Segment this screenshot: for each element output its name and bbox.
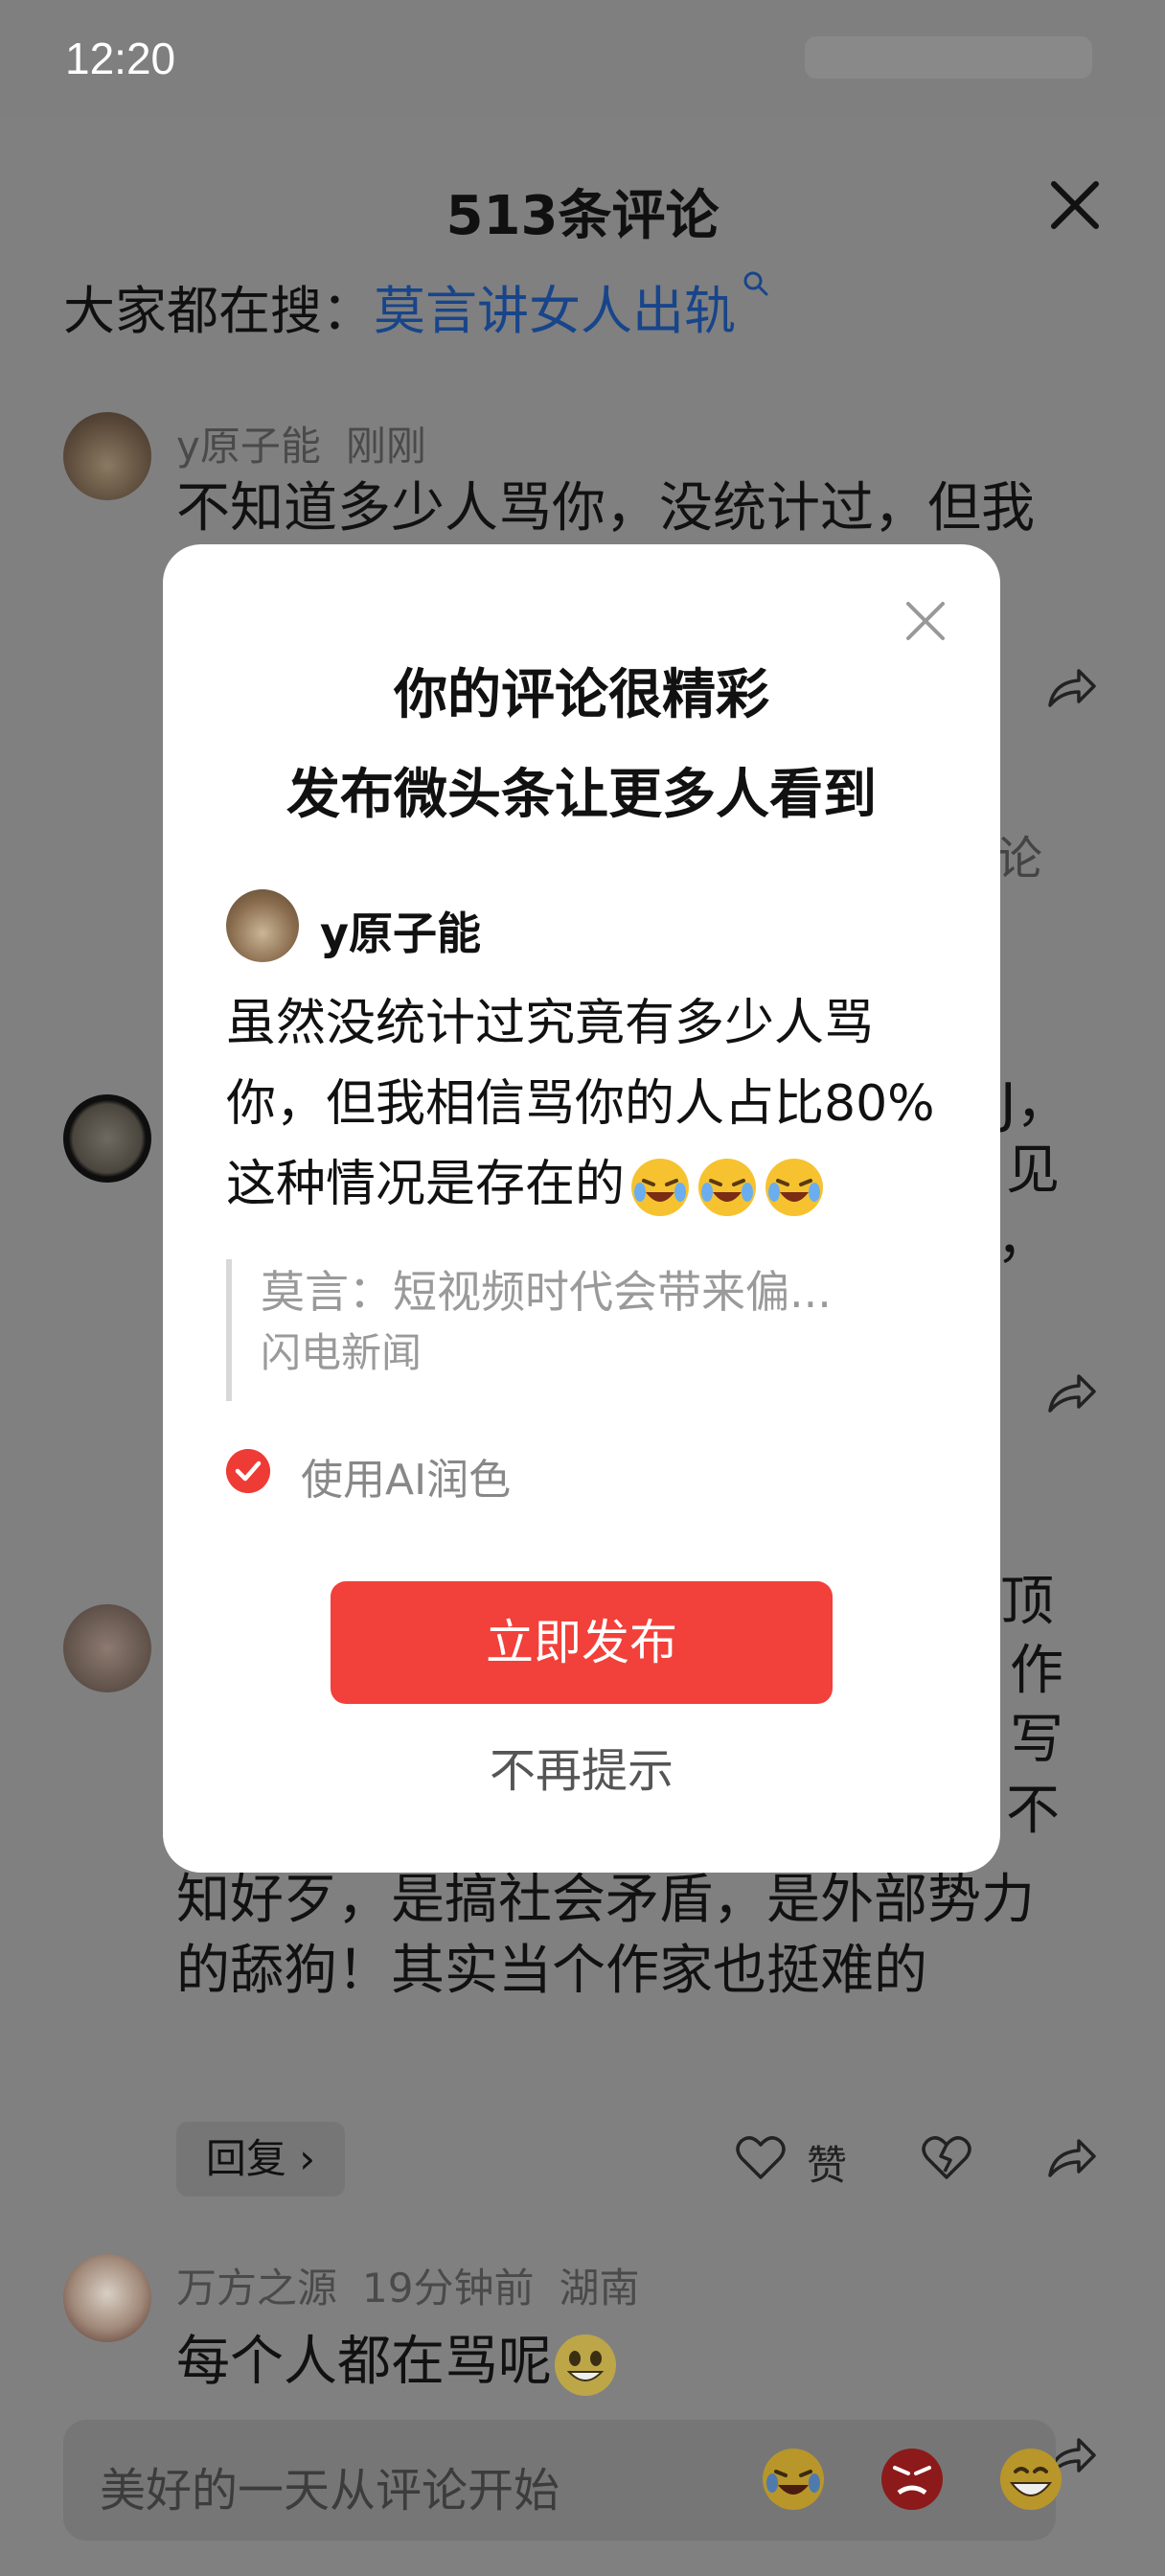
dialog-comment-text: 虽然没统计过究竟有多少人骂 你，但我相信骂你的人占比80% 这种情况是存在的: [226, 983, 954, 1225]
status-icons: [805, 36, 1092, 79]
hot-search-prefix: 大家都在搜：: [63, 281, 374, 341]
comment-text-fragment: 见: [1006, 1139, 1060, 1202]
dialog-title: 你的评论很精彩 发布微头条让更多人看到: [163, 646, 1000, 845]
status-bar: 12:20: [0, 0, 1165, 115]
like-label: 赞: [807, 2142, 848, 2189]
comment-meta: 万方之源 19分钟前 湖南: [176, 2256, 664, 2314]
avatar[interactable]: [63, 412, 151, 500]
dialog-title-line: 你的评论很精彩: [394, 664, 769, 726]
angry-emoji-icon[interactable]: [878, 2445, 947, 2514]
comment-time: 19分钟前: [362, 2265, 535, 2312]
laugh-cry-emoji-icon[interactable]: [759, 2445, 828, 2514]
laugh-cry-emoji-icon: [765, 1159, 824, 1216]
grin-emoji-icon[interactable]: [996, 2445, 1065, 2514]
share-icon[interactable]: [1042, 2129, 1100, 2187]
quoted-article-source: 闪电新闻: [261, 1329, 423, 1376]
sheet-title: 513条评论: [445, 185, 720, 247]
reply-label: 回复: [205, 2135, 286, 2182]
ai-polish-label: 使用AI润色: [301, 1456, 512, 1505]
broken-heart-icon[interactable]: [918, 2129, 975, 2187]
dialog-text-line: 这种情况是存在的: [226, 1156, 626, 1213]
avatar[interactable]: [63, 1604, 151, 1692]
comment-time: 刚刚: [345, 423, 426, 470]
dialog-username: y原子能: [320, 908, 481, 959]
search-icon: [743, 271, 768, 296]
comment-text: 每个人都在骂呢: [176, 2327, 1067, 2399]
comment-text-body: 每个人都在骂呢: [176, 2331, 552, 2393]
avatar: [226, 889, 299, 962]
laugh-cry-emoji-icon: [631, 1159, 690, 1216]
share-icon[interactable]: [1042, 659, 1100, 717]
comment-text: 不知道多少人骂你，没统计过，但我: [176, 477, 1035, 540]
comment-text-line: 的舔狗！其实当个作家也挺难的: [176, 1940, 927, 2002]
dialog-title-line: 发布微头条让更多人看到: [286, 764, 877, 826]
status-time: 12:20: [65, 34, 176, 83]
comment-text-fragment: 写: [1010, 1709, 1063, 1771]
grin-emoji-icon: [555, 2334, 616, 2396]
comment-text-fragment: 顶: [1000, 1571, 1054, 1633]
quoted-article-title: 莫言：短视频时代会带来偏...: [261, 1266, 832, 1318]
comment-text-fragment: 不: [1006, 1780, 1060, 1842]
dialog-text-line-3: 这种情况是存在的: [226, 1144, 954, 1225]
laugh-cry-emoji-icon: [698, 1159, 757, 1216]
heart-icon[interactable]: [732, 2129, 789, 2187]
comment-region: 湖南: [559, 2265, 640, 2312]
comment-username[interactable]: y原子能: [176, 423, 321, 470]
dialog-text-line: 你，但我相信骂你的人占比80%: [226, 1075, 935, 1133]
comment-text: 知好歹，是搞社会矛盾，是外部势力 的舔狗！其实当个作家也挺难的: [176, 1865, 1067, 2007]
dialog-text-line: 虽然没统计过究竟有多少人骂: [226, 995, 875, 1052]
close-icon[interactable]: [1044, 174, 1106, 236]
hot-search-term[interactable]: 莫言讲女人出轨: [374, 281, 736, 341]
comment-meta: y原子能 刚刚: [176, 414, 451, 472]
comment-text-fragment: 作: [1010, 1640, 1063, 1702]
comment-input[interactable]: 美好的一天从评论开始: [63, 2420, 1062, 2541]
comment-username[interactable]: 万方之源: [176, 2265, 337, 2312]
quoted-article[interactable]: 莫言：短视频时代会带来偏... 闪电新闻: [226, 1259, 935, 1401]
avatar[interactable]: [63, 2254, 151, 2342]
comment-text-line: 知好歹，是搞社会矛盾，是外部势力: [176, 1869, 1035, 1931]
check-icon[interactable]: [226, 1449, 270, 1493]
comment-text-fragment: 论: [996, 832, 1043, 886]
avatar[interactable]: [63, 1094, 151, 1183]
hot-search-row[interactable]: 大家都在搜：莫言讲女人出轨: [63, 268, 772, 344]
close-icon[interactable]: [902, 598, 948, 644]
dont-remind-button[interactable]: 不再提示: [163, 1733, 1000, 1800]
comment-input-placeholder: 美好的一天从评论开始: [100, 2464, 560, 2518]
comment-text-fragment: ，: [996, 1208, 1050, 1271]
reply-button[interactable]: 回复 ›: [176, 2122, 345, 2196]
comment-text-fragment: J，: [1000, 1072, 1070, 1135]
publish-dialog: 你的评论很精彩 发布微头条让更多人看到 y原子能 虽然没统计过究竟有多少人骂 你…: [163, 544, 1000, 1873]
share-icon[interactable]: [1042, 1365, 1100, 1422]
publish-button[interactable]: 立即发布: [331, 1581, 833, 1704]
